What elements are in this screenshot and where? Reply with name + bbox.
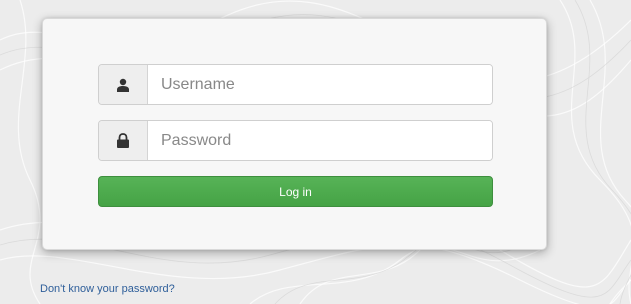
lock-icon <box>99 121 148 160</box>
password-input[interactable] <box>148 121 492 160</box>
username-input[interactable] <box>148 65 492 104</box>
login-card: Log in <box>42 18 547 250</box>
forgot-password-link[interactable]: Don't know your password? <box>40 283 175 295</box>
password-input-group <box>98 120 493 161</box>
username-input-group <box>98 64 493 105</box>
user-icon <box>99 65 148 104</box>
login-button[interactable]: Log in <box>98 176 493 207</box>
